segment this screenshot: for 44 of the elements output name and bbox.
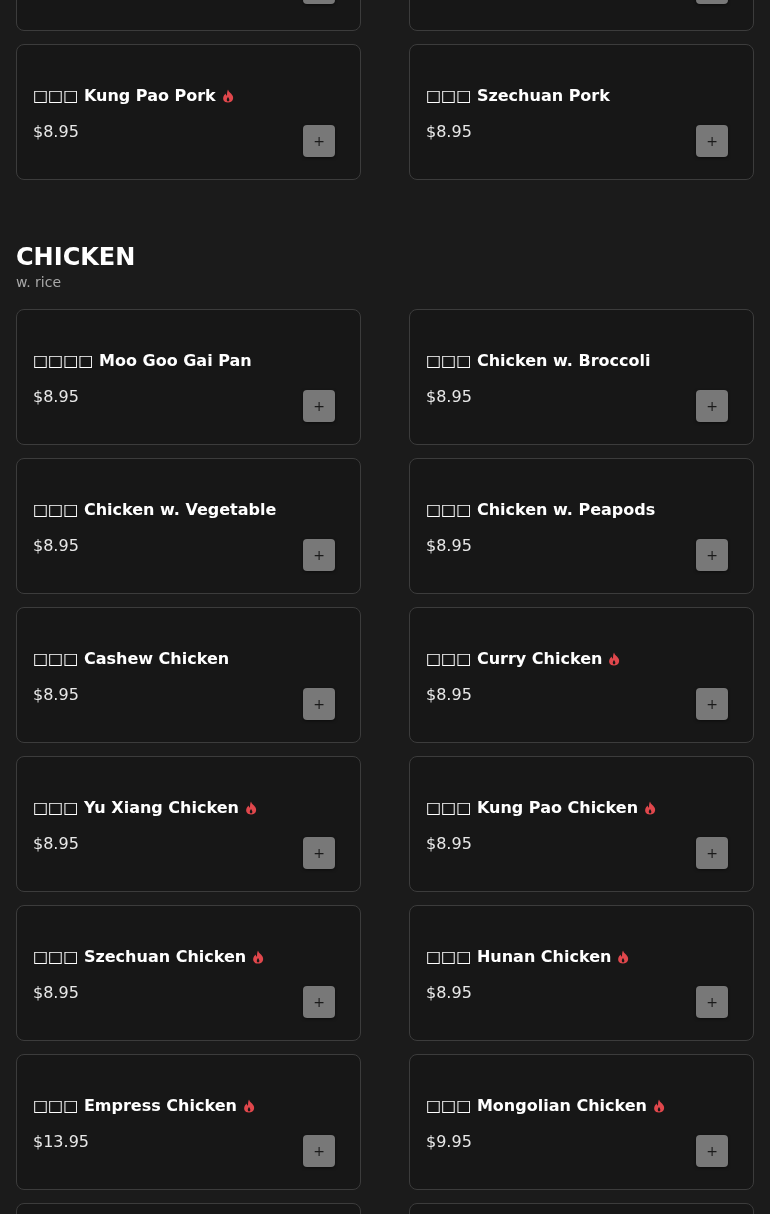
item-price: $8.95 (33, 833, 79, 855)
item-price: $8.95 (33, 121, 79, 143)
item-price: $8.95 (426, 833, 472, 855)
item-price: $8.95 (426, 535, 472, 557)
add-button[interactable]: + (303, 539, 335, 571)
item-name: □□□□ Moo Goo Gai Pan (33, 350, 252, 372)
item-price: $13.95 (33, 1131, 89, 1153)
add-button[interactable]: + (696, 539, 728, 571)
add-button[interactable]: + (303, 688, 335, 720)
add-button[interactable]: + (696, 125, 728, 157)
item-name: □□□ Curry Chicken (426, 648, 603, 670)
item-name: □□□ Chicken w. Broccoli (426, 350, 651, 372)
item-name: □□□ Szechuan Chicken (33, 946, 247, 968)
item-price: $8.95 (33, 982, 79, 1004)
add-button[interactable]: + (303, 837, 335, 869)
add-button[interactable]: + (696, 837, 728, 869)
add-button[interactable]: + (696, 986, 728, 1018)
add-button[interactable]: + (303, 986, 335, 1018)
add-button[interactable]: + (696, 390, 728, 422)
item-name: □□□ Empress Chicken (33, 1095, 237, 1117)
item-price: $8.95 (426, 121, 472, 143)
add-button[interactable]: + (303, 1135, 335, 1167)
add-button[interactable]: + (696, 1135, 728, 1167)
item-name: □□□ Szechuan Pork (426, 85, 610, 107)
section-title: CHICKEN (16, 242, 137, 272)
section-note: w. rice (16, 273, 63, 292)
item-name: □□□ Chicken w. Peapods (426, 499, 656, 521)
add-button[interactable]: + (303, 125, 335, 157)
item-name: □□□ Cashew Chicken (33, 648, 230, 670)
item-price: $8.95 (33, 535, 79, 557)
item-name: □□□ Chicken w. Vegetable (33, 499, 277, 521)
item-name: □□□ Hunan Chicken (426, 946, 612, 968)
item-price: $8.95 (426, 982, 472, 1004)
item-name: □□□ Mongolian Chicken (426, 1095, 647, 1117)
item-name: □□□ Kung Pao Chicken (426, 797, 639, 819)
item-price: $9.95 (426, 1131, 472, 1153)
item-price: $8.95 (426, 684, 472, 706)
item-price: $8.95 (426, 386, 472, 408)
item-name: □□□ Kung Pao Pork (33, 85, 216, 107)
add-button[interactable]: + (696, 688, 728, 720)
item-name: □□□ Yu Xiang Chicken (33, 797, 239, 819)
add-button[interactable]: + (303, 390, 335, 422)
item-price: $8.95 (33, 386, 79, 408)
item-price: $8.95 (33, 684, 79, 706)
